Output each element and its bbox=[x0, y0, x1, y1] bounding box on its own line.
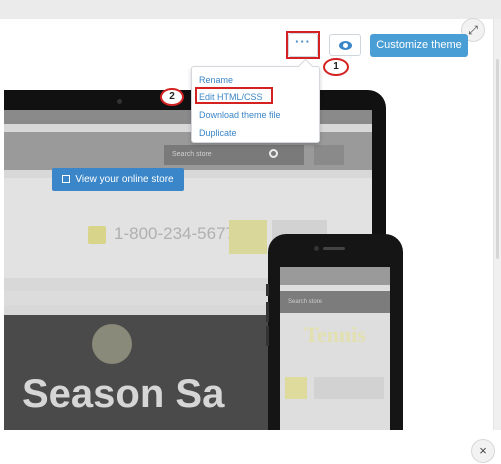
phone-preview-logo: Tennis bbox=[304, 322, 366, 347]
view-store-label: View your online store bbox=[75, 174, 174, 185]
phone-preview-topbar bbox=[280, 267, 390, 285]
scrollbar-thumb[interactable] bbox=[496, 59, 499, 259]
highlight-edit-html-css bbox=[195, 87, 273, 104]
laptop-camera bbox=[117, 99, 122, 104]
preview-cart-icon bbox=[229, 220, 267, 254]
menu-item-download-theme[interactable]: Download theme file bbox=[199, 110, 281, 120]
bottom-bar bbox=[0, 430, 501, 464]
phone-preview-search: Search store bbox=[280, 291, 390, 313]
customize-theme-button[interactable]: Customize theme bbox=[370, 34, 468, 57]
highlight-more-button bbox=[286, 31, 320, 59]
step-callout-2: 2 bbox=[160, 88, 184, 106]
eye-icon bbox=[339, 41, 352, 50]
phone-screen: Search store Tennis bbox=[280, 267, 390, 430]
view-store-button[interactable]: View your online store bbox=[52, 168, 184, 191]
preview-hero-image bbox=[92, 324, 132, 364]
step-callout-1: 1 bbox=[323, 58, 349, 76]
menu-item-duplicate[interactable]: Duplicate bbox=[199, 128, 237, 138]
phone-icon bbox=[88, 226, 106, 244]
preview-hero-text: Season Sa bbox=[22, 372, 225, 416]
preview-search-placeholder: Search store bbox=[172, 151, 212, 158]
preview-button[interactable] bbox=[329, 34, 361, 56]
preview-phone-number: 1-800-234-5677 bbox=[114, 224, 235, 243]
external-link-icon bbox=[62, 175, 71, 183]
preview-search: Search store bbox=[164, 145, 304, 165]
close-icon[interactable]: × bbox=[471, 439, 495, 463]
preview-menu-icon bbox=[314, 145, 344, 165]
phone-camera bbox=[314, 246, 319, 251]
search-icon bbox=[269, 149, 278, 158]
top-bar bbox=[0, 0, 501, 19]
menu-item-rename[interactable]: Rename bbox=[199, 75, 233, 85]
phone-button bbox=[266, 284, 269, 296]
phone-preview-block bbox=[314, 377, 384, 399]
phone-preview: Search store Tennis bbox=[266, 234, 403, 430]
phone-button bbox=[266, 326, 269, 346]
more-actions-menu: Rename Edit HTML/CSS Download theme file… bbox=[191, 66, 320, 143]
scrollbar[interactable] bbox=[494, 19, 501, 430]
phone-preview-cart bbox=[285, 377, 307, 399]
phone-button bbox=[266, 302, 269, 322]
phone-speaker bbox=[323, 247, 345, 250]
